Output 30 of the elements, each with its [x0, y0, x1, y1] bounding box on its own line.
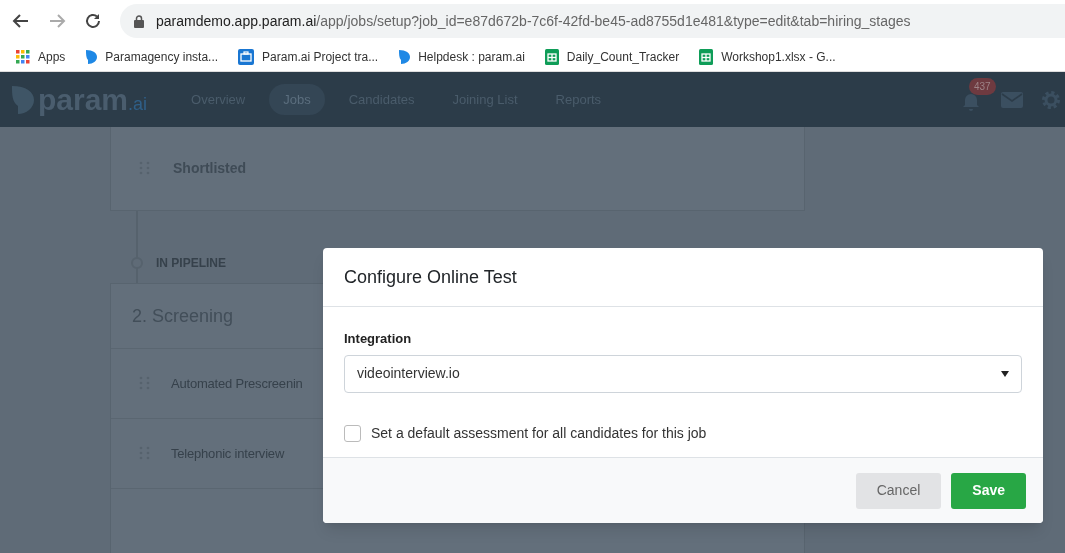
lock-icon — [134, 14, 144, 28]
bookmark-item[interactable]: Helpdesk : param.ai — [398, 47, 525, 66]
drop-logo-icon — [398, 48, 411, 65]
apps-grid-icon — [16, 49, 30, 64]
bookmark-item[interactable]: Apps — [16, 47, 66, 66]
briefcase-icon — [238, 48, 255, 65]
dropdown-caret-icon — [1001, 370, 1009, 377]
logo-icon — [12, 83, 34, 116]
settings-icon[interactable] — [1041, 89, 1061, 110]
url-text: paramdemo.app.param.ai/app/jobs/setup?job_id=e87d672b-7c6f-42fd-be45-ad8755d1e481&type=edit&tab=hiring_stages — [156, 11, 911, 31]
field-label: Integration — [344, 330, 412, 348]
reload-icon[interactable] — [84, 12, 102, 30]
bookmark-item[interactable]: Paramagency insta... — [85, 47, 219, 66]
drop-logo-icon — [85, 48, 98, 65]
bell-icon[interactable] — [961, 91, 981, 112]
notification-badge: 437 — [969, 77, 996, 95]
back-arrow-icon[interactable] — [12, 12, 30, 30]
checkbox-label: Set a default assessment for all candidates for this job — [371, 423, 707, 443]
modal-title: Configure Online Test — [344, 265, 517, 289]
mail-icon[interactable] — [1001, 91, 1023, 108]
address-bar[interactable]: paramdemo.app.param.ai/app/jobs/setup?job_id=e87d672b-7c6f-42fd-be45-ad8755d1e481&type=edit&tab=hiring_stages — [120, 4, 1065, 38]
integration-select[interactable]: videointerview.io — [344, 354, 1022, 393]
spreadsheet-icon — [544, 48, 559, 65]
spreadsheet-icon — [699, 48, 714, 65]
checkbox[interactable] — [344, 424, 361, 442]
forward-arrow-icon[interactable] — [48, 12, 66, 30]
bookmark-item[interactable]: Param.ai Project tra... — [238, 47, 379, 66]
bookmark-item[interactable]: Workshop1.xlsx - G... — [699, 47, 836, 66]
bookmark-item[interactable]: Daily_Count_Tracker — [544, 47, 680, 66]
cancel-button[interactable]: Cancel — [855, 472, 942, 509]
